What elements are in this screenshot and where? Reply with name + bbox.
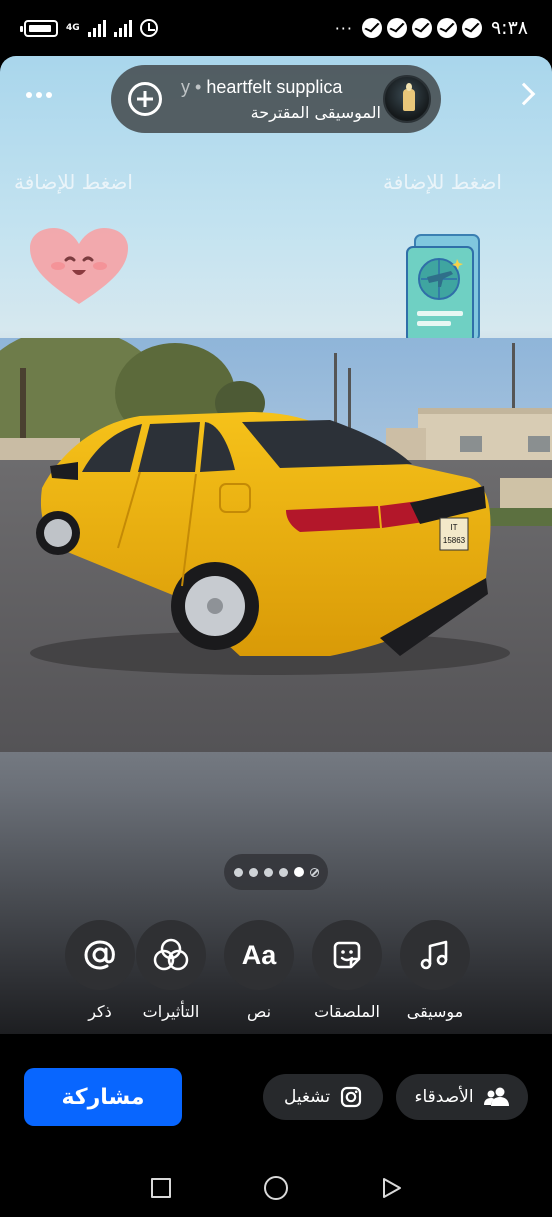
- effects-icon: [153, 938, 189, 971]
- instagram-icon: [340, 1086, 362, 1108]
- story-tools: ذكر التأثيرات Aa نص الملصقات موسيقى: [0, 920, 552, 1030]
- signal-icon-secondary: [113, 19, 132, 37]
- messenger-icon: [386, 18, 407, 38]
- story-canvas[interactable]: y • heartfelt supplica الموسيقى المقترحة…: [0, 56, 552, 1034]
- page-dot[interactable]: [248, 867, 258, 877]
- play-label: تشغيل: [283, 1087, 331, 1107]
- status-bar: 4G ··· ٩:٣٨: [0, 0, 552, 56]
- text-button[interactable]: Aa: [224, 920, 294, 990]
- music-pill-text: y • heartfelt supplica الموسيقى المقترحة: [181, 75, 381, 125]
- music-pill-subtitle: الموسيقى المقترحة: [250, 103, 381, 122]
- mention-label: ذكر: [88, 1002, 112, 1021]
- network-type-label: 4G: [66, 22, 80, 33]
- effects-tool[interactable]: التأثيرات: [131, 920, 211, 1021]
- album-art: [383, 75, 431, 123]
- share-button[interactable]: مشاركة: [24, 1068, 182, 1126]
- bottom-action-bar: مشاركة تشغيل الأصدقاء: [0, 1040, 552, 1140]
- music-tool[interactable]: موسيقى: [395, 920, 475, 1021]
- messenger-icon: [411, 18, 432, 38]
- sticker-hint-left[interactable]: اضغط للإضافة: [14, 170, 133, 194]
- messenger-icon: [361, 18, 382, 38]
- text-tool[interactable]: Aa نص: [219, 920, 299, 1021]
- recents-icon[interactable]: [151, 1178, 171, 1198]
- status-left: 4G: [20, 19, 158, 37]
- messenger-icon: [436, 18, 457, 38]
- story-photo[interactable]: IT 15863: [0, 338, 552, 752]
- heart-sticker-icon[interactable]: [28, 226, 130, 306]
- add-music-icon[interactable]: [128, 82, 162, 116]
- at-sign-icon: [84, 940, 115, 970]
- home-icon[interactable]: [264, 1176, 288, 1200]
- music-button[interactable]: [400, 920, 470, 990]
- effects-label: التأثيرات: [142, 1002, 200, 1021]
- messenger-icon: [461, 18, 482, 38]
- stickers-tool[interactable]: الملصقات: [307, 920, 387, 1021]
- more-options-icon[interactable]: [26, 92, 52, 98]
- page-dot-active[interactable]: [293, 867, 304, 877]
- page-dot[interactable]: [233, 867, 243, 877]
- alarm-icon: [139, 19, 158, 37]
- status-right: ··· ٩:٣٨: [335, 17, 528, 39]
- tail-light: [286, 506, 380, 532]
- back-icon[interactable]: [380, 1176, 404, 1200]
- friends-icon: [483, 1087, 509, 1106]
- system-nav-bar: [0, 1160, 552, 1217]
- passport-sticker-icon[interactable]: [405, 231, 491, 351]
- text-label: نص: [246, 1002, 272, 1021]
- chevron-right-icon[interactable]: [512, 82, 536, 106]
- license-plate-top: IT: [450, 523, 457, 532]
- stickers-button[interactable]: [312, 920, 382, 990]
- more-notifications-indicator: ···: [334, 18, 353, 38]
- signal-icon: [87, 19, 106, 37]
- music-note-icon: [420, 940, 448, 970]
- effects-button[interactable]: [136, 920, 206, 990]
- music-track-title: y • heartfelt supplica: [181, 77, 343, 97]
- mention-tool[interactable]: ذكر: [60, 920, 140, 1021]
- battery-icon: [20, 19, 58, 37]
- play-button[interactable]: تشغيل: [263, 1074, 383, 1120]
- disabled-icon: [309, 867, 319, 877]
- text-icon: Aa: [241, 939, 277, 970]
- stickers-label: الملصقات: [314, 1002, 380, 1021]
- mention-button[interactable]: [65, 920, 135, 990]
- sticker-icon: [333, 941, 361, 969]
- page-dot[interactable]: [278, 867, 288, 877]
- friends-audience-button[interactable]: الأصدقاء: [396, 1074, 528, 1120]
- page-dot[interactable]: [263, 867, 273, 877]
- music-label: موسيقى: [406, 1002, 464, 1021]
- clock: ٩:٣٨: [490, 17, 528, 39]
- friends-label: الأصدقاء: [414, 1087, 474, 1107]
- license-plate-number: 15863: [443, 536, 466, 545]
- sticker-hint-right[interactable]: اضغط للإضافة: [383, 170, 502, 194]
- music-sticker-pill[interactable]: y • heartfelt supplica الموسيقى المقترحة: [111, 65, 441, 133]
- story-page-indicator[interactable]: [224, 854, 328, 890]
